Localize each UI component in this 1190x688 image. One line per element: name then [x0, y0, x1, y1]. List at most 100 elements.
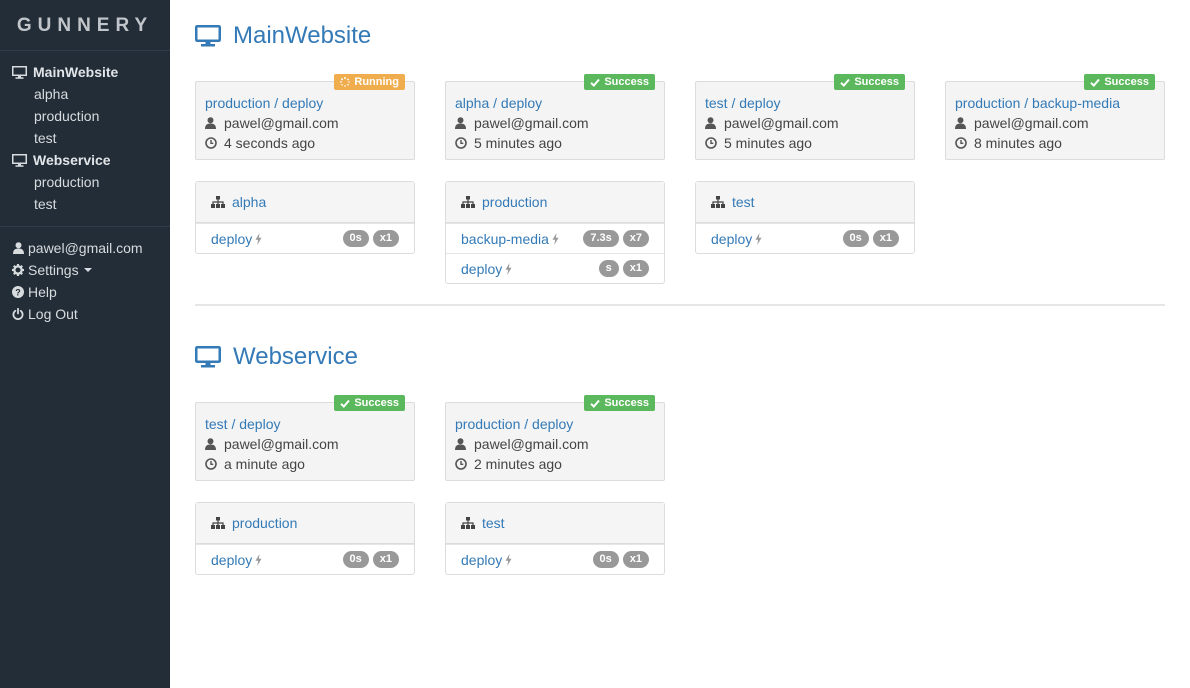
power-icon — [10, 308, 26, 320]
environment-panel-header: alpha — [196, 182, 414, 223]
count-badge: x7 — [622, 230, 649, 247]
user-icon — [455, 117, 469, 129]
caret-down-icon — [83, 268, 92, 272]
sitemap-icon — [211, 517, 225, 529]
execution-user-label: pawel@gmail.com — [224, 436, 339, 452]
task-stats: 0s x1 — [342, 551, 399, 568]
execution-link[interactable]: production / deploy — [455, 414, 655, 434]
execution-time-label: 8 minutes ago — [974, 135, 1062, 151]
bolt-icon[interactable] — [255, 232, 262, 245]
task-link[interactable]: deploy — [461, 261, 502, 277]
duration-badge: 7.3s — [583, 230, 619, 247]
execution-user-label: pawel@gmail.com — [974, 115, 1089, 131]
execution-card: Success production / backup-media pawel@… — [945, 74, 1165, 160]
sidebar-project-webservice[interactable]: Webservice — [0, 149, 170, 171]
execution-time: 5 minutes ago — [455, 133, 655, 153]
user-icon — [205, 117, 219, 129]
sidebar-env-production[interactable]: production — [0, 105, 170, 127]
task-stats: 7.3s x7 — [583, 230, 649, 247]
brand-logo[interactable]: GUNNERY — [0, 0, 170, 51]
section-divider — [195, 304, 1165, 306]
sitemap-icon — [461, 196, 475, 208]
status-badge-label: Success — [1104, 76, 1149, 88]
execution-time-label: 5 minutes ago — [724, 135, 812, 151]
bolt-icon[interactable] — [255, 553, 262, 566]
user-icon — [705, 117, 719, 129]
clock-icon — [455, 458, 469, 470]
task-stats: 0s x1 — [842, 230, 899, 247]
environment-link[interactable]: test — [482, 515, 505, 531]
task-link[interactable]: deploy — [461, 552, 502, 568]
environment-link[interactable]: production — [232, 515, 297, 531]
execution-card: Success test / deploy pawel@gmail.com a … — [195, 395, 415, 481]
execution-time-label: a minute ago — [224, 456, 305, 472]
sidebar-settings[interactable]: Settings — [0, 259, 170, 281]
status-badge: Success — [584, 74, 655, 90]
section-title-mainwebsite[interactable]: MainWebsite — [195, 22, 371, 49]
task-link[interactable]: deploy — [211, 231, 252, 247]
desktop-icon — [195, 25, 221, 47]
execution-card: Success production / deploy pawel@gmail.… — [445, 395, 665, 481]
execution-link[interactable]: production / backup-media — [955, 93, 1155, 113]
execution-time: 5 minutes ago — [705, 133, 905, 153]
execution-user-label: pawel@gmail.com — [474, 115, 589, 131]
execution-user-label: pawel@gmail.com — [724, 115, 839, 131]
status-badge: Success — [334, 395, 405, 411]
execution-time: a minute ago — [205, 454, 405, 474]
bolt-icon[interactable] — [552, 232, 559, 245]
section-title-label: Webservice — [233, 343, 358, 370]
task-stats: 0s x1 — [342, 230, 399, 247]
execution-user: pawel@gmail.com — [455, 113, 655, 133]
sidebar-env-production[interactable]: production — [0, 171, 170, 193]
spinner-icon — [340, 77, 351, 87]
sidebar-project-mainwebsite[interactable]: MainWebsite — [0, 61, 170, 83]
check-icon — [590, 78, 601, 87]
duration-badge: 0s — [342, 230, 369, 247]
sidebar-logout[interactable]: Log Out — [0, 303, 170, 325]
sidebar-env-test[interactable]: test — [0, 193, 170, 215]
sidebar-env-test[interactable]: test — [0, 127, 170, 149]
sidebar: GUNNERY MainWebsite alpha production tes… — [0, 0, 170, 688]
execution-link[interactable]: test / deploy — [705, 93, 905, 113]
bolt-icon[interactable] — [505, 553, 512, 566]
sidebar-user[interactable]: pawel@gmail.com — [0, 237, 170, 259]
bolt-icon[interactable] — [505, 262, 512, 275]
environment-panel-header: production — [196, 503, 414, 544]
task-stats: s x1 — [598, 260, 649, 277]
task-link[interactable]: backup-media — [461, 231, 549, 247]
duration-badge: 0s — [342, 551, 369, 568]
execution-user: pawel@gmail.com — [205, 113, 405, 133]
sidebar-help[interactable]: ? Help — [0, 281, 170, 303]
execution-link[interactable]: production / deploy — [205, 93, 405, 113]
status-badge: Success — [584, 395, 655, 411]
task-link[interactable]: deploy — [711, 231, 752, 247]
sidebar-account: pawel@gmail.com Settings ? Help Log Out — [0, 227, 170, 334]
execution-time: 2 minutes ago — [455, 454, 655, 474]
execution-user-label: pawel@gmail.com — [474, 436, 589, 452]
execution-link[interactable]: alpha / deploy — [455, 93, 655, 113]
task-link[interactable]: deploy — [211, 552, 252, 568]
execution-user: pawel@gmail.com — [705, 113, 905, 133]
sidebar-project-label: MainWebsite — [33, 64, 119, 80]
execution-link[interactable]: test / deploy — [205, 414, 405, 434]
status-badge-label: Success — [604, 76, 649, 88]
clock-icon — [455, 137, 469, 149]
sidebar-env-alpha[interactable]: alpha — [0, 83, 170, 105]
execution-time-label: 4 seconds ago — [224, 135, 316, 151]
sitemap-icon — [711, 196, 725, 208]
sidebar-projects: MainWebsite alpha production test Webser… — [0, 51, 170, 224]
bolt-icon[interactable] — [755, 232, 762, 245]
status-badge-label: Success — [354, 397, 399, 409]
user-icon — [455, 438, 469, 450]
environment-link[interactable]: test — [732, 194, 755, 210]
execution-card: Success alpha / deploy pawel@gmail.com 5… — [445, 74, 665, 160]
environment-panel: production backup-media 7.3s x7 deploy sx… — [445, 181, 665, 284]
check-icon — [590, 399, 601, 408]
environment-link[interactable]: production — [482, 194, 547, 210]
execution-user: pawel@gmail.com — [455, 434, 655, 454]
question-circle-icon: ? — [10, 286, 26, 298]
environment-link[interactable]: alpha — [232, 194, 266, 210]
section-title-webservice[interactable]: Webservice — [195, 343, 358, 370]
check-icon — [340, 399, 351, 408]
desktop-icon — [10, 65, 28, 79]
